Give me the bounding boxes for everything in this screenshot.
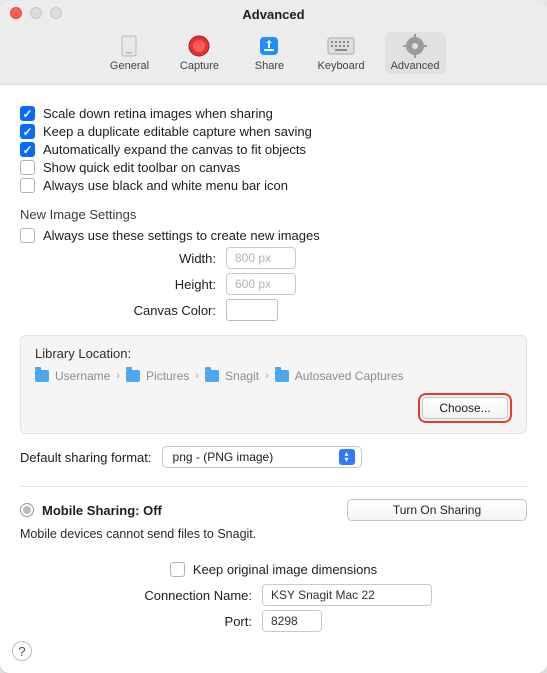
port-label: Port: xyxy=(20,614,252,629)
gear-icon xyxy=(401,34,429,58)
minimize-window-button xyxy=(30,7,42,19)
bw-menubar-icon-checkbox[interactable]: Always use black and white menu bar icon xyxy=(20,178,527,193)
checkbox-icon xyxy=(20,142,35,157)
keep-original-dimensions-checkbox[interactable]: Keep original image dimensions xyxy=(170,562,377,577)
default-sharing-format-label: Default sharing format: xyxy=(20,450,152,465)
library-location-heading: Library Location: xyxy=(35,346,512,361)
keyboard-icon xyxy=(327,34,355,58)
canvas-color-swatch[interactable] xyxy=(226,299,278,321)
path-segment: Pictures xyxy=(146,369,189,383)
path-segment: Autosaved Captures xyxy=(295,369,404,383)
tab-label: Keyboard xyxy=(317,60,364,72)
chevron-right-icon: › xyxy=(195,370,199,382)
select-caret-icon: ▴▾ xyxy=(339,449,355,465)
general-icon xyxy=(115,34,143,58)
always-use-settings-checkbox[interactable]: Always use these settings to create new … xyxy=(20,228,527,243)
mobile-sharing-status-indicator xyxy=(20,503,34,517)
preferences-window: Advanced General Capture Share Keyboard xyxy=(0,0,547,673)
scale-down-retina-checkbox[interactable]: Scale down retina images when sharing xyxy=(20,106,527,121)
connection-name-input[interactable] xyxy=(262,584,432,606)
new-image-settings-heading: New Image Settings xyxy=(20,207,527,222)
mobile-sharing-title: Mobile Sharing: Off xyxy=(42,503,162,518)
choose-button-highlight: Choose... xyxy=(418,393,512,423)
keep-duplicate-checkbox[interactable]: Keep a duplicate editable capture when s… xyxy=(20,124,527,139)
path-segment: Snagit xyxy=(225,369,259,383)
content-area: Scale down retina images when sharing Ke… xyxy=(0,85,547,673)
checkbox-icon xyxy=(20,124,35,139)
width-label: Width: xyxy=(20,251,216,266)
checkbox-label: Always use these settings to create new … xyxy=(43,228,320,243)
checkbox-label: Keep a duplicate editable capture when s… xyxy=(43,124,312,139)
checkbox-icon xyxy=(20,106,35,121)
width-input[interactable] xyxy=(226,247,296,269)
checkbox-icon xyxy=(20,160,35,175)
checkbox-label: Always use black and white menu bar icon xyxy=(43,178,288,193)
canvas-color-label: Canvas Color: xyxy=(20,303,216,318)
window-title: Advanced xyxy=(242,7,304,22)
checkbox-label: Show quick edit toolbar on canvas xyxy=(43,160,240,175)
window-controls xyxy=(10,7,62,19)
folder-icon xyxy=(35,370,49,382)
quick-edit-toolbar-checkbox[interactable]: Show quick edit toolbar on canvas xyxy=(20,160,527,175)
tab-capture[interactable]: Capture xyxy=(171,32,227,74)
height-input[interactable] xyxy=(226,273,296,295)
library-path-breadcrumb: Username › Pictures › Snagit › Autosaved… xyxy=(35,369,512,383)
default-sharing-format-select[interactable]: png - (PNG image) ▴▾ xyxy=(162,446,362,468)
tab-advanced[interactable]: Advanced xyxy=(385,32,446,74)
library-location-group: Library Location: Username › Pictures › … xyxy=(20,335,527,434)
tab-label: General xyxy=(110,60,149,72)
checkbox-icon xyxy=(170,562,185,577)
checkbox-icon xyxy=(20,178,35,193)
select-value: png - (PNG image) xyxy=(173,450,331,464)
tab-keyboard[interactable]: Keyboard xyxy=(311,32,370,74)
checkbox-label: Automatically expand the canvas to fit o… xyxy=(43,142,306,157)
chevron-right-icon: › xyxy=(116,370,120,382)
folder-icon xyxy=(275,370,289,382)
connection-name-label: Connection Name: xyxy=(20,588,252,603)
preferences-toolbar: General Capture Share Keyboard Advanced xyxy=(0,28,547,85)
turn-on-sharing-button[interactable]: Turn On Sharing xyxy=(347,499,527,521)
choose-library-button[interactable]: Choose... xyxy=(422,397,508,419)
zoom-window-button xyxy=(50,7,62,19)
folder-icon xyxy=(205,370,219,382)
checkbox-icon xyxy=(20,228,35,243)
checkbox-label: Scale down retina images when sharing xyxy=(43,106,273,121)
mobile-sharing-note: Mobile devices cannot send files to Snag… xyxy=(20,527,527,541)
checkbox-label: Keep original image dimensions xyxy=(193,562,377,577)
tab-share[interactable]: Share xyxy=(241,32,297,74)
tab-label: Share xyxy=(255,60,284,72)
close-window-button[interactable] xyxy=(10,7,22,19)
help-button[interactable]: ? xyxy=(12,641,32,661)
auto-expand-canvas-checkbox[interactable]: Automatically expand the canvas to fit o… xyxy=(20,142,527,157)
height-label: Height: xyxy=(20,277,216,292)
tab-label: Advanced xyxy=(391,60,440,72)
tab-label: Capture xyxy=(180,60,219,72)
port-input[interactable] xyxy=(262,610,322,632)
path-segment: Username xyxy=(55,369,110,383)
share-icon xyxy=(255,34,283,58)
tab-general[interactable]: General xyxy=(101,32,157,74)
chevron-right-icon: › xyxy=(265,370,269,382)
titlebar: Advanced xyxy=(0,0,547,28)
folder-icon xyxy=(126,370,140,382)
divider xyxy=(20,486,527,487)
capture-icon xyxy=(185,34,213,58)
